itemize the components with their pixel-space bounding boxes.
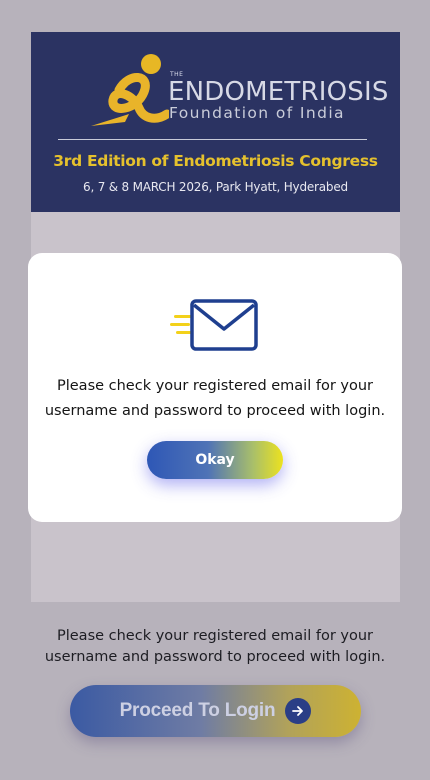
proceed-to-login-label: Proceed To Login (119, 700, 276, 721)
event-banner: THE ENDOMETRIOSIS Foundation of India 3r… (31, 32, 400, 212)
login-instruction-text: Please check your registered email for y… (30, 626, 400, 668)
modal-message-line-1: Please check your registered email for y… (56, 378, 374, 394)
instruction-line-2: username and password to proceed with lo… (44, 649, 386, 665)
okay-button[interactable]: Okay (147, 441, 283, 479)
modal-message: Please check your registered email for y… (28, 374, 402, 424)
logo-line-2: Foundation of India (169, 104, 345, 122)
congress-title: 3rd Edition of Endometriosis Congress (53, 152, 378, 170)
modal-message-line-2: username and password to proceed with lo… (44, 403, 386, 419)
proceed-to-login-button[interactable]: Proceed To Login (70, 685, 361, 737)
arrow-right-icon (285, 698, 312, 724)
email-sent-modal: Please check your registered email for y… (28, 253, 402, 522)
foundation-logo-icon (91, 54, 169, 126)
mail-icon (170, 299, 258, 351)
logo-line-1: ENDOMETRIOSIS (168, 77, 389, 107)
instruction-line-1: Please check your registered email for y… (56, 628, 374, 644)
banner-divider (58, 139, 367, 140)
congress-date-venue: 6, 7 & 8 MARCH 2026, Park Hyatt, Hyderab… (83, 180, 348, 194)
